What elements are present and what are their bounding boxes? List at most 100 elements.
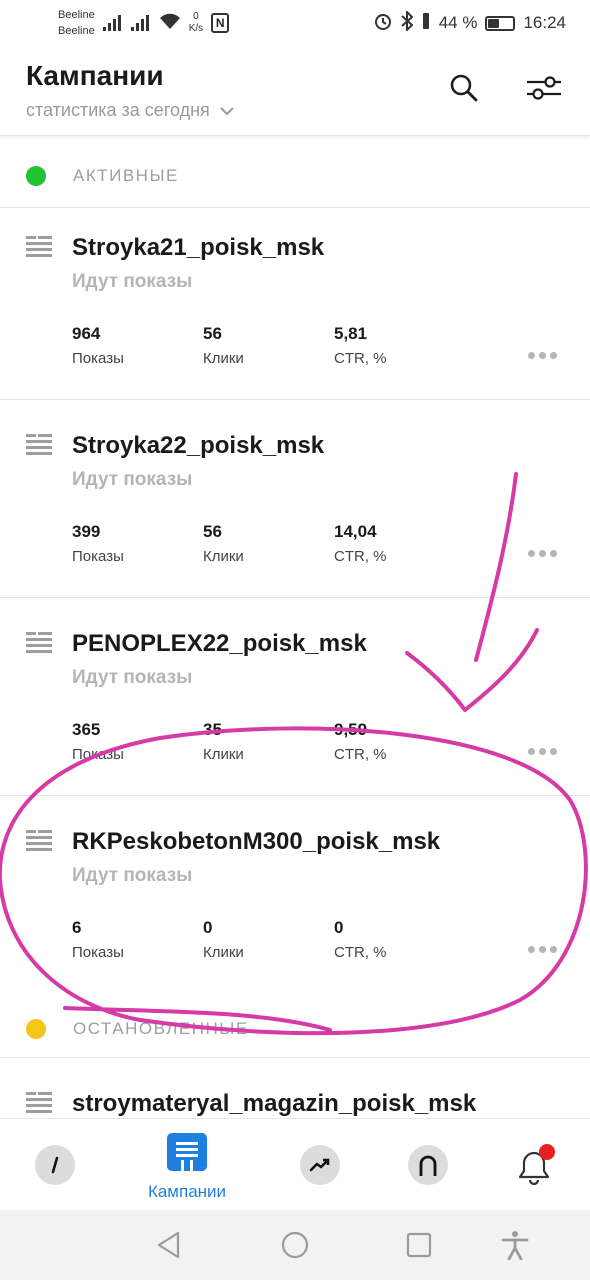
- battery-percent: 44 %: [438, 13, 478, 32]
- campaign-list-icon: [26, 830, 52, 852]
- campaign-list-icon: [26, 236, 52, 258]
- campaign-card[interactable]: Stroyka21_poisk_msk Идут показы 964 Показ…: [0, 202, 590, 400]
- bell-icon: [514, 1143, 558, 1190]
- more-options-icon[interactable]: [528, 748, 557, 755]
- bluetooth-icon: [401, 9, 414, 36]
- system-navigation-bar: [0, 1210, 590, 1280]
- more-options-icon[interactable]: [528, 946, 557, 953]
- stat-label: Показы: [72, 350, 124, 367]
- campaigns-icon: [167, 1133, 207, 1176]
- home-icon[interactable]: [280, 1230, 310, 1260]
- campaign-card[interactable]: Stroyka22_poisk_msk Идут показы 399 Показ…: [0, 400, 590, 598]
- bottom-navigation: Кампании: [0, 1118, 590, 1210]
- alarm-icon: [373, 11, 393, 36]
- stat-clicks: 56 Клики: [203, 522, 244, 565]
- stat-value: 6: [72, 918, 82, 937]
- signal-icon: [102, 15, 121, 31]
- stat-ctr: 0 CTR, %: [334, 918, 387, 961]
- stat-label: Показы: [72, 944, 124, 961]
- stat-value: 35: [203, 720, 222, 739]
- wifi-icon: [159, 12, 181, 35]
- status-bar: Beeline Beeline 0 K/s N 44 % 16:24: [0, 0, 590, 46]
- stat-value: 14,04: [334, 522, 377, 541]
- stat-clicks: 35 Клики: [203, 720, 244, 763]
- campaign-name: stroymateryal_magazin_poisk_msk: [72, 1090, 477, 1117]
- stat-value: 5,81: [334, 324, 368, 343]
- speed-value: 0: [193, 11, 199, 22]
- stat-value: 56: [203, 324, 222, 343]
- nav-campaigns[interactable]: Кампании: [147, 1133, 227, 1202]
- more-options-icon[interactable]: [528, 550, 557, 557]
- stat-label: CTR, %: [334, 746, 387, 763]
- trend-icon: [300, 1145, 340, 1185]
- stat-label: Показы: [72, 746, 124, 763]
- stat-ctr: 5,81 CTR, %: [334, 324, 387, 367]
- accessibility-icon[interactable]: [500, 1230, 530, 1260]
- stopped-status-dot: [26, 1018, 46, 1039]
- stat-label: CTR, %: [334, 944, 387, 961]
- campaign-name: Stroyka22_poisk_msk: [72, 432, 325, 459]
- campaign-name: RKPeskobetonM300_poisk_msk: [72, 828, 441, 855]
- campaign-list-icon: [26, 632, 52, 654]
- campaign-card[interactable]: RKPeskobetonM300_poisk_msk Идут показы 6…: [0, 796, 590, 994]
- nav-campaigns-label: Кампании: [147, 1182, 227, 1201]
- section-active-label: АКТИВНЫЕ: [73, 165, 179, 185]
- campaign-name: Stroyka21_poisk_msk: [72, 234, 325, 261]
- stat-value: 56: [203, 522, 222, 541]
- filter-button[interactable]: [524, 70, 564, 110]
- chevron-down-icon: [220, 100, 234, 121]
- stat-shows: 6 Показы: [72, 918, 124, 961]
- signal-icon-2: [130, 15, 149, 31]
- network-speed: 0 K/s: [189, 11, 203, 35]
- stat-ctr: 14,04 CTR, %: [334, 522, 387, 565]
- stat-label: Клики: [203, 548, 244, 565]
- stat-shows: 964 Показы: [72, 324, 124, 367]
- stat-shows: 365 Показы: [72, 720, 124, 763]
- stat-value: 0: [203, 918, 213, 937]
- section-stopped: ОСТАНОВЛЕННЫЕ: [0, 1000, 590, 1058]
- active-status-dot: [26, 165, 46, 186]
- stat-label: Показы: [72, 548, 124, 565]
- search-icon: [449, 73, 479, 108]
- campaign-status: Идут показы: [72, 271, 193, 292]
- nfc-icon: N: [211, 13, 230, 33]
- speed-unit: K/s: [188, 23, 204, 34]
- gauge-icon: [35, 1145, 75, 1185]
- stat-label: CTR, %: [334, 548, 387, 565]
- campaign-name: PENOPLEX22_poisk_msk: [72, 630, 367, 657]
- battery-icon: [485, 15, 516, 31]
- campaign-card[interactable]: PENOPLEX22_poisk_msk Идут показы 365 Пока…: [0, 598, 590, 796]
- section-stopped-label: ОСТАНОВЛЕННЫЕ: [73, 1018, 249, 1038]
- carrier-2: Beeline: [58, 25, 95, 37]
- recents-icon[interactable]: [404, 1230, 434, 1260]
- back-icon[interactable]: [154, 1230, 184, 1260]
- carrier-names: Beeline Beeline: [58, 7, 95, 39]
- clock: 16:24: [523, 13, 566, 32]
- stat-value: 9,59: [334, 720, 368, 739]
- campaign-status: Идут показы: [72, 865, 193, 886]
- stat-ctr: 9,59 CTR, %: [334, 720, 387, 763]
- campaign-status: Идут показы: [72, 667, 193, 688]
- stat-clicks: 56 Клики: [203, 324, 244, 367]
- period-selector[interactable]: статистика за сегодня: [26, 100, 234, 121]
- app-header: Кампании статистика за сегодня: [0, 46, 590, 136]
- stat-value: 365: [72, 720, 101, 739]
- stat-clicks: 0 Клики: [203, 918, 244, 961]
- more-options-icon[interactable]: [528, 352, 557, 359]
- nav-dashboard[interactable]: [15, 1145, 95, 1185]
- page-title: Кампании: [26, 60, 164, 91]
- section-active: АКТИВНЫЕ: [0, 144, 590, 208]
- campaign-card[interactable]: stroymateryal_magazin_poisk_msk: [0, 1058, 590, 1118]
- stat-label: Клики: [203, 746, 244, 763]
- stat-value: 399: [72, 522, 101, 541]
- user-icon: [408, 1145, 448, 1185]
- campaign-list-icon: [26, 1092, 52, 1114]
- stat-label: Клики: [203, 944, 244, 961]
- nav-notifications[interactable]: [496, 1143, 576, 1190]
- stat-label: CTR, %: [334, 350, 387, 367]
- campaign-status: Идут показы: [72, 469, 193, 490]
- nav-statistics[interactable]: [280, 1145, 360, 1185]
- stat-shows: 399 Показы: [72, 522, 124, 565]
- search-button[interactable]: [444, 70, 484, 110]
- nav-profile[interactable]: [388, 1145, 468, 1185]
